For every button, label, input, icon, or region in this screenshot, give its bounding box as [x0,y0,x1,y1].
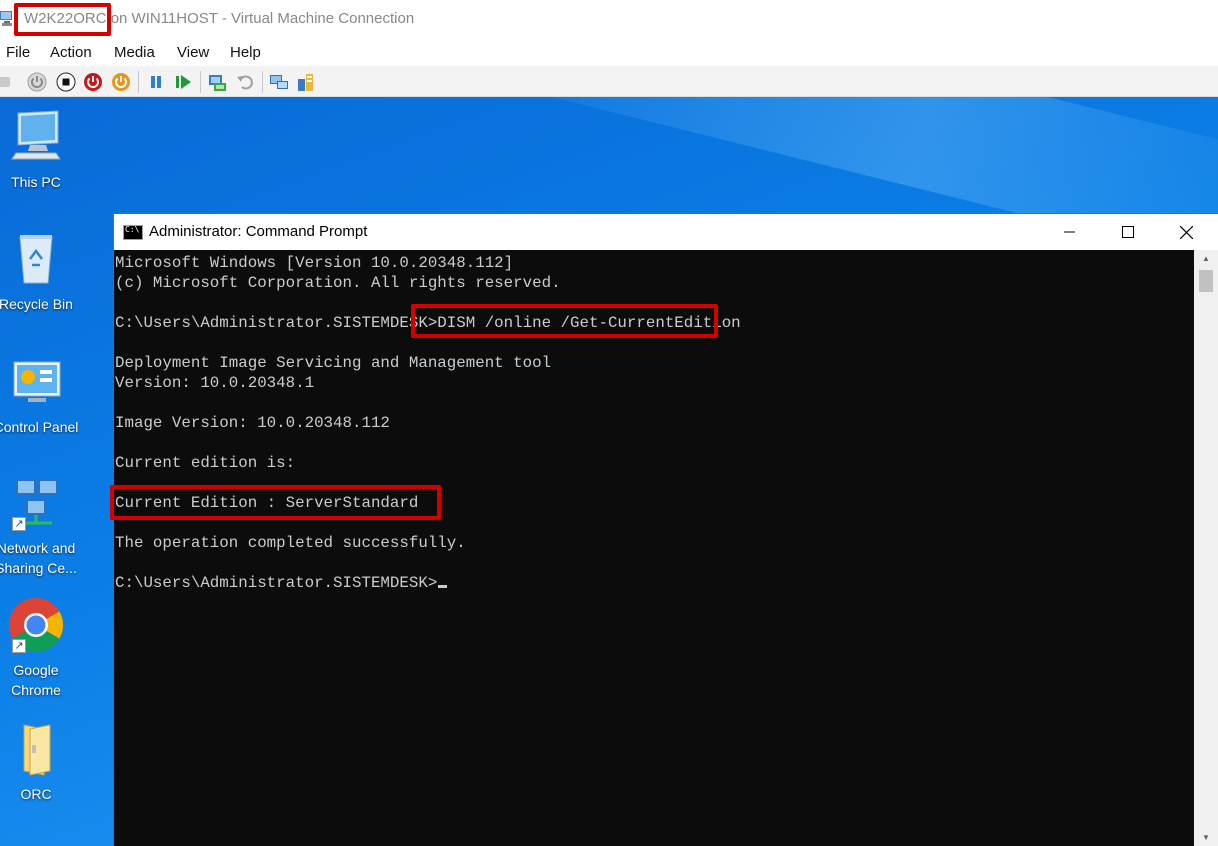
folder-icon [23,724,51,776]
close-button[interactable] [1157,214,1215,250]
console-line: Microsoft Windows [Version 10.0.20348.11… [115,254,514,272]
scroll-down-icon[interactable]: ▼ [1194,829,1218,846]
toolbar-separator [200,71,201,93]
desktop-icon-network-sharing[interactable]: ↗ Network and Sharing Ce... [0,475,84,578]
cmd-window-title: Administrator: Command Prompt [149,223,368,240]
desktop-icon-label: This PC [11,174,61,190]
console-line: (c) Microsoft Corporation. All rights re… [115,274,561,292]
recycle-bin-icon [19,235,53,284]
maximize-button[interactable] [1099,214,1157,250]
desktop-icon-google-chrome[interactable]: ↗ Google Chrome [0,597,84,700]
menu-bar: File Action Media View Help [0,38,1218,66]
shut-down-icon[interactable] [82,71,104,93]
desktop-icon-label: Google Chrome [11,662,61,698]
desktop-icon-label: Control Panel [0,419,79,435]
minimize-icon [1064,231,1075,233]
menu-help[interactable]: Help [230,44,261,61]
menu-action[interactable]: Action [50,44,92,61]
checkpoint-icon[interactable] [206,71,228,93]
window-title: W2K22ORC on WIN11HOST - Virtual Machine … [24,10,415,27]
scrollbar-thumb[interactable] [1199,270,1213,292]
toolbar-separator [262,71,263,93]
shortcut-arrow-icon: ↗ [12,639,26,653]
text-cursor [438,585,448,588]
toolbar [0,66,1218,97]
vertical-scrollbar[interactable]: ▲ ▼ [1194,250,1218,846]
desktop-icon-control-panel[interactable]: Control Panel [0,354,84,437]
console-line: Version: 10.0.20348.1 [115,374,315,392]
close-icon [1179,225,1193,239]
desktop-icon-label: Network and Sharing Ce... [0,540,77,576]
shortcut-arrow-icon: ↗ [12,517,26,531]
enhanced-session-icon[interactable] [268,71,290,93]
desktop-icon-this-pc[interactable]: This PC [0,109,84,192]
menu-view[interactable]: View [177,44,209,61]
console-line: Current edition is: [115,454,296,472]
cmd-title-bar[interactable]: Administrator: Command Prompt [114,214,1218,250]
turn-off-icon[interactable] [55,71,77,93]
cmd-console-output[interactable]: Microsoft Windows [Version 10.0.20348.11… [114,250,1195,846]
ctrl-alt-del-icon[interactable] [0,71,14,93]
console-edition-line: Current Edition : ServerStandard [115,494,419,512]
maximize-icon [1122,226,1134,238]
menu-media[interactable]: Media [114,44,155,61]
console-prompt: C:\Users\Administrator.SISTEMDESK> [115,574,438,592]
revert-icon[interactable] [234,71,256,93]
console-line: The operation completed successfully. [115,534,466,552]
pause-icon[interactable] [145,71,167,93]
scroll-up-icon[interactable]: ▲ [1194,250,1218,268]
start-icon[interactable] [26,71,48,93]
toolbar-separator [138,71,139,93]
vm-title-bar[interactable]: W2K22ORC on WIN11HOST - Virtual Machine … [0,0,1218,38]
vm-connection-icon [0,11,12,26]
share-icon[interactable] [295,71,317,93]
resume-icon[interactable] [173,71,195,93]
this-pc-icon [11,110,61,160]
console-command-line: C:\Users\Administrator.SISTEMDESK>DISM /… [115,314,741,332]
console-line: Deployment Image Servicing and Managemen… [115,354,552,372]
desktop-icon-label: ORC [20,786,52,802]
desktop-icon-recycle-bin[interactable]: Recycle Bin [0,231,84,314]
menu-file[interactable]: File [6,44,30,61]
cmd-icon [123,225,143,240]
desktop-icon-orc[interactable]: ORC [0,721,84,804]
minimize-button[interactable] [1041,214,1099,250]
console-line: Image Version: 10.0.20348.112 [115,414,390,432]
desktop-icon-label: Recycle Bin [0,296,73,312]
command-prompt-window[interactable]: Administrator: Command Prompt Microsoft … [113,213,1218,846]
control-panel-icon [13,361,61,402]
save-icon[interactable] [110,71,132,93]
console-prompt-line[interactable]: C:\Users\Administrator.SISTEMDESK> [114,573,1195,593]
